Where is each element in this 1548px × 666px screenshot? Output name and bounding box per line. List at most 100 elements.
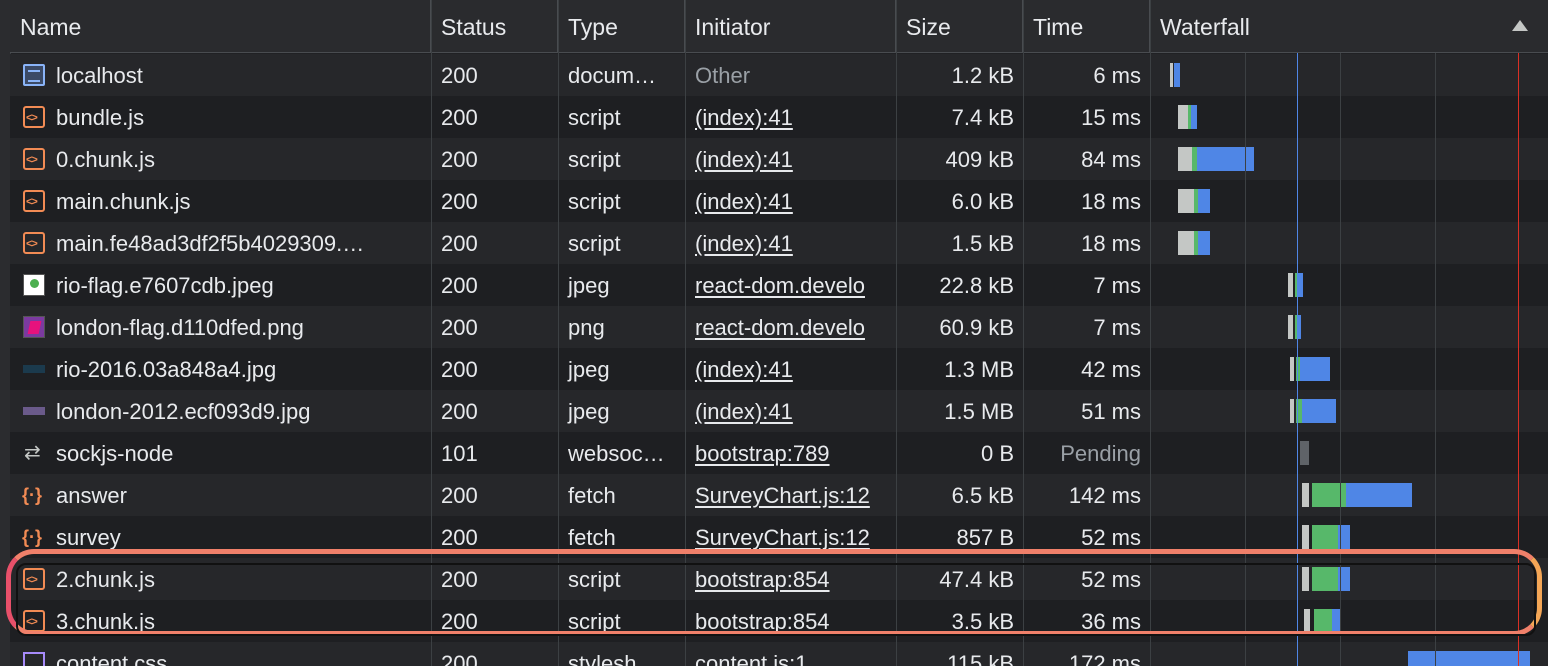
type-cell: fetch (568, 483, 616, 508)
table-row[interactable]: 2.chunk.js 200 script bootstrap:854 47.4 kB 5… (10, 558, 1548, 600)
column-header-status[interactable]: Status (431, 0, 558, 52)
table-row[interactable]: rio-flag.e7607cdb.jpeg 200 jpeg react-dom.d… (10, 264, 1548, 306)
table-row[interactable]: content.css 200 stylesh… content.js:1 115 kB… (10, 642, 1548, 666)
size-cell: 22.8 kB (939, 273, 1014, 298)
initiator-link[interactable]: bootstrap:854 (685, 558, 895, 600)
initiator-link[interactable]: SurveyChart.js:12 (685, 516, 895, 558)
table-row[interactable]: london-2012.ecf093d9.jpg 200 jpeg (index):4… (10, 390, 1548, 432)
column-header-size[interactable]: Size (896, 0, 1023, 52)
waterfall-bar[interactable] (1162, 432, 1548, 474)
request-name-cell[interactable]: rio-flag.e7607cdb.jpeg (10, 264, 431, 306)
stylesheet-icon (23, 652, 45, 666)
table-row[interactable]: localhost 200 docum… Other 1.2 kB 6 ms (10, 54, 1548, 96)
type-cell: script (568, 147, 621, 172)
time-cell: 6 ms (1093, 63, 1141, 88)
request-name: content.css (56, 651, 168, 666)
waterfall-bar[interactable] (1162, 516, 1548, 558)
request-name-cell[interactable]: london-2012.ecf093d9.jpg (10, 390, 431, 432)
status-cell: 200 (441, 651, 478, 666)
time-cell: 52 ms (1081, 525, 1141, 550)
sort-ascending-icon[interactable] (1512, 20, 1528, 31)
waterfall-segment (1198, 189, 1210, 213)
initiator-link[interactable]: (index):41 (685, 180, 895, 222)
initiator-link[interactable]: react-dom.develo (685, 264, 895, 306)
status-cell: 200 (441, 147, 478, 172)
initiator-link[interactable]: (index):41 (685, 138, 895, 180)
size-cell: 0 B (980, 441, 1014, 466)
request-name-cell[interactable]: 3.chunk.js (10, 600, 431, 642)
initiator-link[interactable]: react-dom.develo (685, 306, 895, 348)
request-name-cell[interactable]: answer (10, 474, 431, 516)
request-name-cell[interactable]: main.chunk.js (10, 180, 431, 222)
waterfall-bar[interactable] (1162, 390, 1548, 432)
waterfall-segment (1290, 399, 1294, 423)
waterfall-bar[interactable] (1162, 180, 1548, 222)
size-cell: 6.0 kB (951, 189, 1014, 214)
table-row[interactable]: 3.chunk.js 200 script bootstrap:854 3.5 kB 36… (10, 600, 1548, 642)
request-name-cell[interactable]: localhost (10, 54, 431, 96)
time-cell: 7 ms (1093, 273, 1141, 298)
waterfall-bar[interactable] (1162, 96, 1548, 138)
table-row[interactable]: survey 200 fetch SurveyChart.js:12 857 B 52 m… (10, 516, 1548, 558)
type-cell: jpeg (568, 273, 610, 298)
initiator-link[interactable]: (index):41 (685, 390, 895, 432)
size-cell: 1.3 MB (944, 357, 1014, 382)
request-name-cell[interactable]: main.fe48ad3df2f5b4029309.… (10, 222, 431, 264)
column-header-initiator[interactable]: Initiator (685, 0, 896, 52)
request-name-cell[interactable]: 0.chunk.js (10, 138, 431, 180)
size-cell: 115 kB (947, 651, 1014, 666)
waterfall-bar[interactable] (1162, 54, 1548, 96)
status-cell: 200 (441, 483, 478, 508)
waterfall-header-label: Waterfall (1160, 14, 1250, 40)
waterfall-bar[interactable] (1162, 348, 1548, 390)
table-row[interactable]: rio-2016.03a848a4.jpg 200 jpeg (index):41 1.… (10, 348, 1548, 390)
time-cell: Pending (1060, 441, 1141, 466)
table-row[interactable]: london-flag.d110dfed.png 200 png react-dom.… (10, 306, 1548, 348)
request-name-cell[interactable]: survey (10, 516, 431, 558)
initiator-link[interactable]: SurveyChart.js:12 (685, 474, 895, 516)
request-name-cell[interactable]: sockjs-node (10, 432, 431, 474)
request-name-cell[interactable]: london-flag.d110dfed.png (10, 306, 431, 348)
request-name-cell[interactable]: bundle.js (10, 96, 431, 138)
table-row[interactable]: main.chunk.js 200 script (index):41 6.0 kB 18… (10, 180, 1548, 222)
table-row[interactable]: main.fe48ad3df2f5b4029309.… 200 script (ind… (10, 222, 1548, 264)
request-name-cell[interactable]: rio-2016.03a848a4.jpg (10, 348, 431, 390)
column-header-waterfall[interactable]: Waterfall (1150, 0, 1548, 52)
request-name-cell[interactable]: content.css (10, 642, 431, 666)
column-header-name[interactable]: Name (10, 0, 431, 52)
script-icon (23, 180, 45, 222)
waterfall-bar[interactable] (1162, 642, 1548, 666)
waterfall-segment (1178, 189, 1194, 213)
initiator-link[interactable]: bootstrap:789 (685, 432, 895, 474)
table-row[interactable]: bundle.js 200 script (index):41 7.4 kB 15 ms (10, 96, 1548, 138)
initiator-link[interactable]: (index):41 (685, 222, 895, 264)
column-header-type[interactable]: Type (558, 0, 685, 52)
initiator-link[interactable]: content.js:1 (685, 642, 895, 666)
type-cell: docum… (568, 63, 657, 88)
initiator-link[interactable]: bootstrap:854 (685, 600, 895, 642)
waterfall-segment (1288, 315, 1293, 339)
column-header-time[interactable]: Time (1023, 0, 1150, 52)
dom-content-loaded-line (1297, 53, 1298, 666)
waterfall-segment (1408, 651, 1530, 666)
waterfall-bar[interactable] (1162, 222, 1548, 264)
table-row[interactable]: answer 200 fetch SurveyChart.js:12 6.5 kB 142… (10, 474, 1548, 516)
request-name: 2.chunk.js (56, 567, 156, 592)
waterfall-bar[interactable] (1162, 558, 1548, 600)
waterfall-segment (1178, 105, 1188, 129)
request-name: 0.chunk.js (56, 147, 156, 172)
waterfall-bar[interactable] (1162, 474, 1548, 516)
request-name-cell[interactable]: 2.chunk.js (10, 558, 431, 600)
status-cell: 200 (441, 273, 478, 298)
waterfall-bar[interactable] (1162, 264, 1548, 306)
waterfall-segment (1302, 525, 1309, 549)
initiator-link[interactable]: (index):41 (685, 348, 895, 390)
table-header: Name Status Type Initiator Size Time Wat… (10, 0, 1548, 53)
waterfall-bar[interactable] (1162, 138, 1548, 180)
waterfall-bar[interactable] (1162, 600, 1548, 642)
initiator-link[interactable]: (index):41 (685, 96, 895, 138)
type-cell: stylesh… (568, 651, 659, 666)
table-row[interactable]: sockjs-node 101 websoc… bootstrap:789 0 B Pen… (10, 432, 1548, 474)
waterfall-bar[interactable] (1162, 306, 1548, 348)
table-row[interactable]: 0.chunk.js 200 script (index):41 409 kB 84 ms (10, 138, 1548, 180)
